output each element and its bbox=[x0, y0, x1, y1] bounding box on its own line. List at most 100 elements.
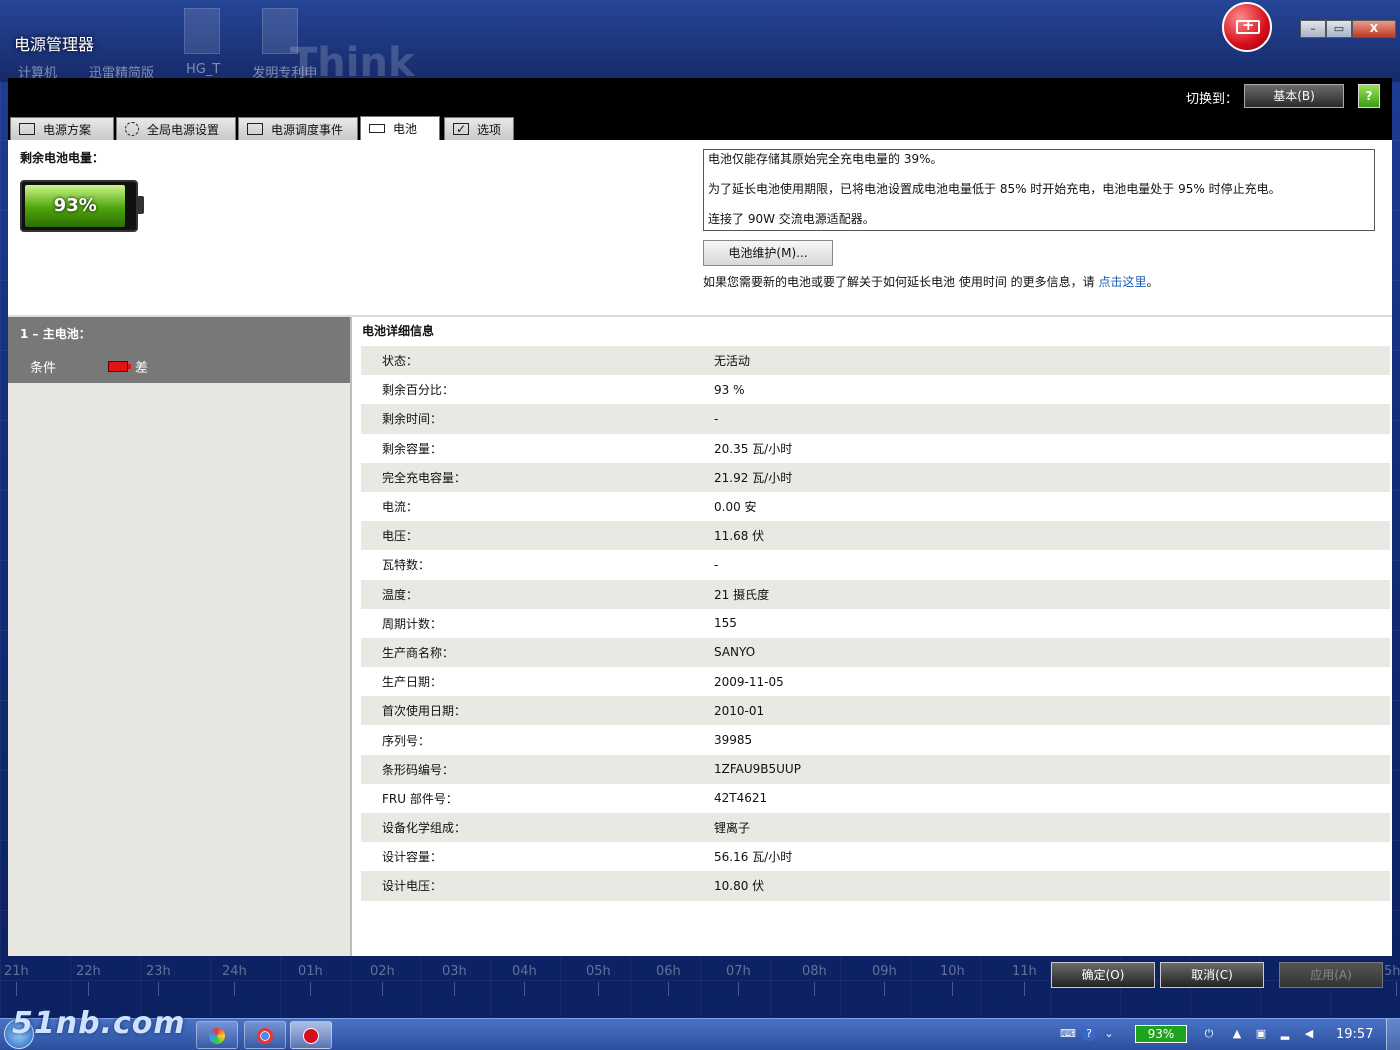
tab-global-settings[interactable]: 全局电源设置 bbox=[116, 117, 236, 140]
battery-icon bbox=[369, 124, 385, 133]
detail-value: - bbox=[714, 411, 719, 426]
detail-row: 剩余容量： 20.35 瓦/小时 bbox=[361, 433, 1390, 463]
tab-bar: 电源方案 全局电源设置 电源调度事件 电池 ✓ 选项 bbox=[8, 116, 1392, 140]
detail-row: 电压： 11.68 伏 bbox=[361, 521, 1390, 551]
timeline-hour-label: 10h bbox=[940, 964, 965, 979]
tray-battery-indicator[interactable]: 93% bbox=[1135, 1025, 1187, 1043]
remaining-charge-label: 剩余电池电量： bbox=[20, 151, 105, 165]
cancel-button[interactable]: 取消(C) bbox=[1160, 962, 1264, 988]
clipboard-icon[interactable]: ▣ bbox=[1254, 1027, 1268, 1041]
detail-row: 电流： 0.00 安 bbox=[361, 491, 1390, 522]
detail-row: 瓦特数： - bbox=[361, 550, 1390, 580]
tab-power-plan[interactable]: 电源方案 bbox=[10, 117, 114, 140]
help-icon[interactable]: ? bbox=[1358, 84, 1380, 108]
show-desktop-button[interactable] bbox=[1386, 1019, 1400, 1050]
power-plug-icon[interactable]: ⏻ bbox=[1202, 1027, 1216, 1041]
timeline-hour-label: 06h bbox=[656, 964, 681, 979]
show-hidden-icons[interactable]: ▲ bbox=[1230, 1027, 1244, 1041]
detail-row: 设计容量： 56.16 瓦/小时 bbox=[361, 842, 1390, 872]
detail-row: 生产商名称： SANYO bbox=[361, 637, 1390, 668]
taskbar: ⌨ ? ⌄ 93% ⏻ ▲ ▣ ▂ ◀ 19:57 bbox=[0, 1018, 1400, 1050]
detail-row: 生产日期： 2009-11-05 bbox=[361, 667, 1390, 697]
detail-label: 温度： bbox=[382, 587, 419, 602]
timeline-hour-label: 08h bbox=[802, 964, 827, 979]
detail-row: 剩余百分比： 93 % bbox=[361, 375, 1390, 405]
detail-label: 周期计数： bbox=[382, 616, 443, 631]
taskbar-app-button[interactable] bbox=[196, 1021, 238, 1049]
detail-label: 条形码编号： bbox=[382, 762, 455, 777]
detail-label: FRU 部件号： bbox=[382, 791, 458, 806]
tab-battery[interactable]: 电池 bbox=[360, 116, 440, 140]
timeline-tick bbox=[884, 982, 885, 996]
timeline-tick bbox=[16, 982, 17, 996]
tab-label: 全局电源设置 bbox=[147, 122, 220, 137]
battery-tab-content: 剩余电池电量： 93% 电池仅能存储其原始完全充电电量的 39%。 为了延长电池… bbox=[8, 140, 1392, 956]
detail-label: 设备化学组成： bbox=[382, 821, 467, 836]
switch-label: 切换到： bbox=[1186, 92, 1239, 107]
battery-info-box: 电池仅能存储其原始完全充电电量的 39%。 为了延长电池使用期限，已将电池设置成… bbox=[703, 149, 1375, 231]
detail-value: 21.92 瓦/小时 bbox=[714, 470, 793, 485]
detail-label: 生产日期： bbox=[382, 675, 443, 690]
tab-schedule-events[interactable]: 电源调度事件 bbox=[238, 117, 358, 140]
window-controls: – ▭ X bbox=[1300, 20, 1396, 38]
detail-value: 2010-01 bbox=[714, 703, 765, 718]
detail-value: 93 % bbox=[714, 382, 745, 397]
detail-value: 21 摄氏度 bbox=[714, 587, 770, 602]
click-here-link[interactable]: 点击这里 bbox=[1098, 275, 1146, 289]
basic-mode-button[interactable]: 基本(B) bbox=[1244, 84, 1344, 108]
power-manager-logo-icon: + bbox=[1222, 2, 1272, 52]
battery-gauge: 93% bbox=[20, 180, 138, 232]
timeline-tick bbox=[598, 982, 599, 996]
timeline-tick bbox=[668, 982, 669, 996]
detail-value: 无活动 bbox=[714, 354, 751, 369]
pdf-icon bbox=[184, 8, 220, 54]
power-plan-icon bbox=[19, 123, 35, 135]
mode-switch-bar: 切换到： 基本(B) ? bbox=[8, 78, 1392, 116]
condition-label: 条件 bbox=[30, 361, 57, 376]
maximize-button[interactable]: ▭ bbox=[1326, 20, 1352, 38]
timeline-tick bbox=[88, 982, 89, 996]
battery-maintenance-button[interactable]: 电池维护(M)... bbox=[703, 240, 833, 266]
info-line: 连接了 90W 交流电源适配器。 bbox=[708, 212, 875, 226]
battery-list-item-main[interactable]: 1 – 主电池： 条件 差 bbox=[8, 317, 350, 383]
volume-icon[interactable]: ◀ bbox=[1302, 1027, 1316, 1041]
detail-row: 设备化学组成： 锂离子 bbox=[361, 813, 1390, 843]
timeline-hour-label: 11h bbox=[1012, 964, 1037, 979]
info-line: 为了延长电池使用期限，已将电池设置成电池电量低于 85% 时开始充电，电池电量处… bbox=[708, 182, 1281, 196]
detail-value: 1ZFAU9B5UUP bbox=[714, 762, 801, 777]
detail-label: 完全充电容量： bbox=[382, 470, 467, 485]
timeline-tick bbox=[454, 982, 455, 996]
battery-title: 1 – 主电池： bbox=[20, 327, 91, 341]
schedule-icon bbox=[247, 123, 263, 135]
battery-gauge-tip bbox=[138, 196, 144, 214]
close-button[interactable]: X bbox=[1352, 20, 1396, 38]
detail-value: 0.00 安 bbox=[714, 500, 757, 515]
signal-icon[interactable]: ▂ bbox=[1278, 1027, 1292, 1041]
detail-value: SANYO bbox=[714, 645, 756, 660]
more-info-suffix: 。 bbox=[1146, 275, 1159, 289]
window-title: 电源管理器 bbox=[14, 35, 95, 54]
timeline-hour-label: 5h bbox=[1384, 964, 1400, 979]
minimize-button[interactable]: – bbox=[1300, 20, 1326, 38]
clock[interactable]: 19:57 bbox=[1336, 1027, 1373, 1042]
timeline-hour-label: 23h bbox=[146, 964, 171, 979]
ok-button[interactable]: 确定(O) bbox=[1051, 962, 1155, 988]
detail-value: 56.16 瓦/小时 bbox=[714, 850, 793, 865]
apply-button[interactable]: 应用(A) bbox=[1279, 962, 1383, 988]
chrome-icon bbox=[257, 1028, 273, 1044]
detail-row: 周期计数： 155 bbox=[361, 608, 1390, 638]
detail-value: 10.80 伏 bbox=[714, 879, 765, 894]
taskbar-power-manager-button[interactable] bbox=[290, 1021, 332, 1049]
detail-value: 11.68 伏 bbox=[714, 529, 765, 544]
taskbar-chrome-button[interactable] bbox=[244, 1021, 286, 1049]
tab-options[interactable]: ✓ 选项 bbox=[444, 117, 514, 140]
keyboard-icon[interactable]: ⌨ bbox=[1060, 1027, 1076, 1041]
timeline-hour-label: 07h bbox=[726, 964, 751, 979]
title-bar: Think 电源管理器 计算机 迅雷精简版 HG_T 发明专利申 + – ▭ X bbox=[0, 0, 1400, 86]
detail-value: 2009-11-05 bbox=[714, 674, 784, 689]
detail-label: 剩余百分比： bbox=[382, 383, 455, 398]
detail-label: 状态： bbox=[382, 354, 419, 369]
timeline-tick bbox=[1024, 982, 1025, 996]
help-tray-icon[interactable]: ? bbox=[1082, 1027, 1096, 1041]
tray-expand-icon[interactable]: ⌄ bbox=[1102, 1027, 1116, 1041]
